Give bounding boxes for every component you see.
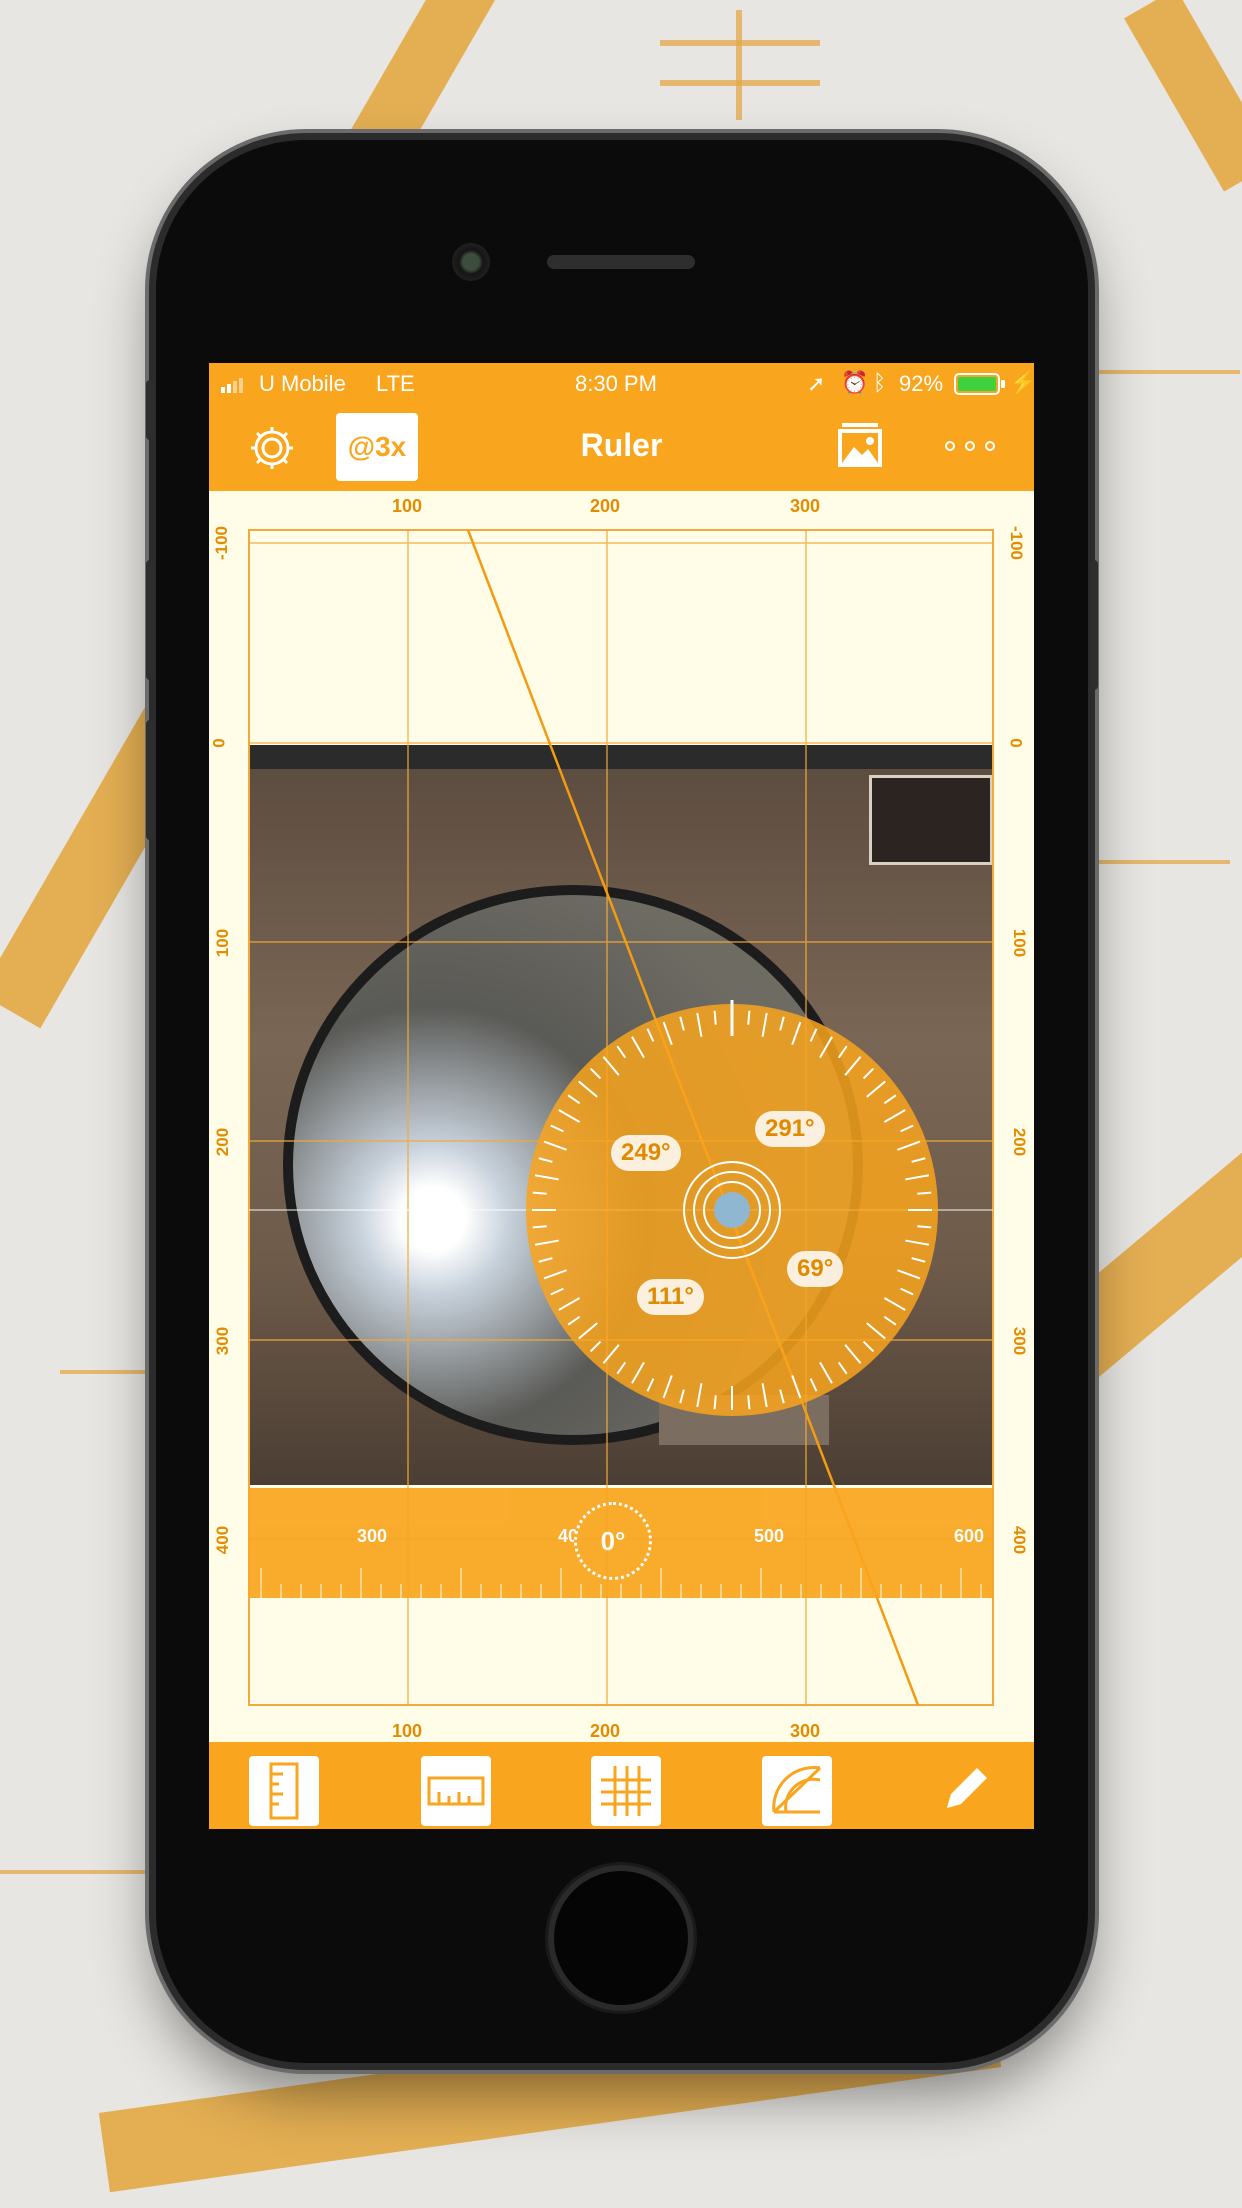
level-indicator: 0° xyxy=(574,1502,652,1580)
left-ruler-label: 100 xyxy=(213,928,233,958)
app-screen: U Mobile LTE 8:30 PM ➚ ⏰ ᛒ 92% ⚡ @3x Rul… xyxy=(209,363,1034,1829)
protractor-tick xyxy=(917,1225,932,1229)
protractor-tick xyxy=(713,1010,717,1025)
top-ruler-label: 100 xyxy=(392,496,423,516)
top-ruler-label: 200 xyxy=(590,496,621,516)
earpiece-speaker xyxy=(547,255,695,269)
protractor-tick xyxy=(917,1191,932,1195)
left-ruler-label: 300 xyxy=(213,1326,233,1356)
volume-down-button xyxy=(146,720,154,840)
grid-button[interactable] xyxy=(591,1756,661,1826)
ruler-value-label: 500 xyxy=(754,1526,785,1546)
right-ruler-label: 400 xyxy=(1010,1525,1030,1555)
right-ruler-label: 200 xyxy=(1010,1127,1030,1157)
ruler-value-label: 600 xyxy=(954,1526,985,1546)
protractor-tick xyxy=(713,1395,717,1410)
horizontal-ruler-button[interactable] xyxy=(421,1756,491,1826)
protractor-tick xyxy=(532,1225,547,1229)
right-ruler-label: 300 xyxy=(1010,1326,1030,1356)
angle-label-69: 69° xyxy=(787,1251,844,1287)
right-ruler-label: 100 xyxy=(1010,928,1030,958)
protractor-icon xyxy=(772,1766,822,1814)
ruler-value-label: 300 xyxy=(357,1526,388,1546)
vertical-ruler-button[interactable] xyxy=(249,1756,319,1826)
bottom-ruler-label: 200 xyxy=(590,1721,621,1741)
protractor-tick xyxy=(747,1395,751,1410)
left-ruler-label: 0 xyxy=(209,738,229,748)
right-ruler-label: -100 xyxy=(1007,525,1027,561)
horizontal-ruler[interactable]: 300 40 500 600 0° xyxy=(249,1488,993,1598)
left-ruler-label: -100 xyxy=(212,525,232,561)
top-ruler-label: 300 xyxy=(790,496,821,516)
grid-icon xyxy=(601,1766,651,1816)
left-ruler-label: 200 xyxy=(213,1127,233,1157)
angle-label-291: 291° xyxy=(755,1111,825,1147)
volume-up-button xyxy=(146,560,154,680)
protractor-button[interactable] xyxy=(762,1756,832,1826)
power-button xyxy=(1090,560,1098,690)
angle-label-111: 111° xyxy=(637,1279,704,1315)
left-ruler-label: 400 xyxy=(213,1525,233,1555)
bottom-toolbar xyxy=(209,1742,1034,1829)
ruler-vertical-icon xyxy=(269,1762,299,1820)
right-ruler-label: 0 xyxy=(1006,738,1026,748)
front-camera xyxy=(452,243,490,281)
bottom-ruler-label: 100 xyxy=(392,1721,423,1741)
ruler-horizontal-icon xyxy=(427,1776,485,1806)
protractor-tick xyxy=(532,1191,547,1195)
protractor-dial[interactable] xyxy=(522,1000,942,1420)
pencil-icon[interactable] xyxy=(939,1760,995,1821)
bottom-ruler-label: 300 xyxy=(790,1721,821,1741)
protractor-tick xyxy=(747,1010,751,1025)
angle-label-249: 249° xyxy=(611,1135,681,1171)
level-value: 0° xyxy=(600,1526,626,1556)
home-button[interactable] xyxy=(548,1865,694,2011)
mute-switch xyxy=(146,380,154,440)
